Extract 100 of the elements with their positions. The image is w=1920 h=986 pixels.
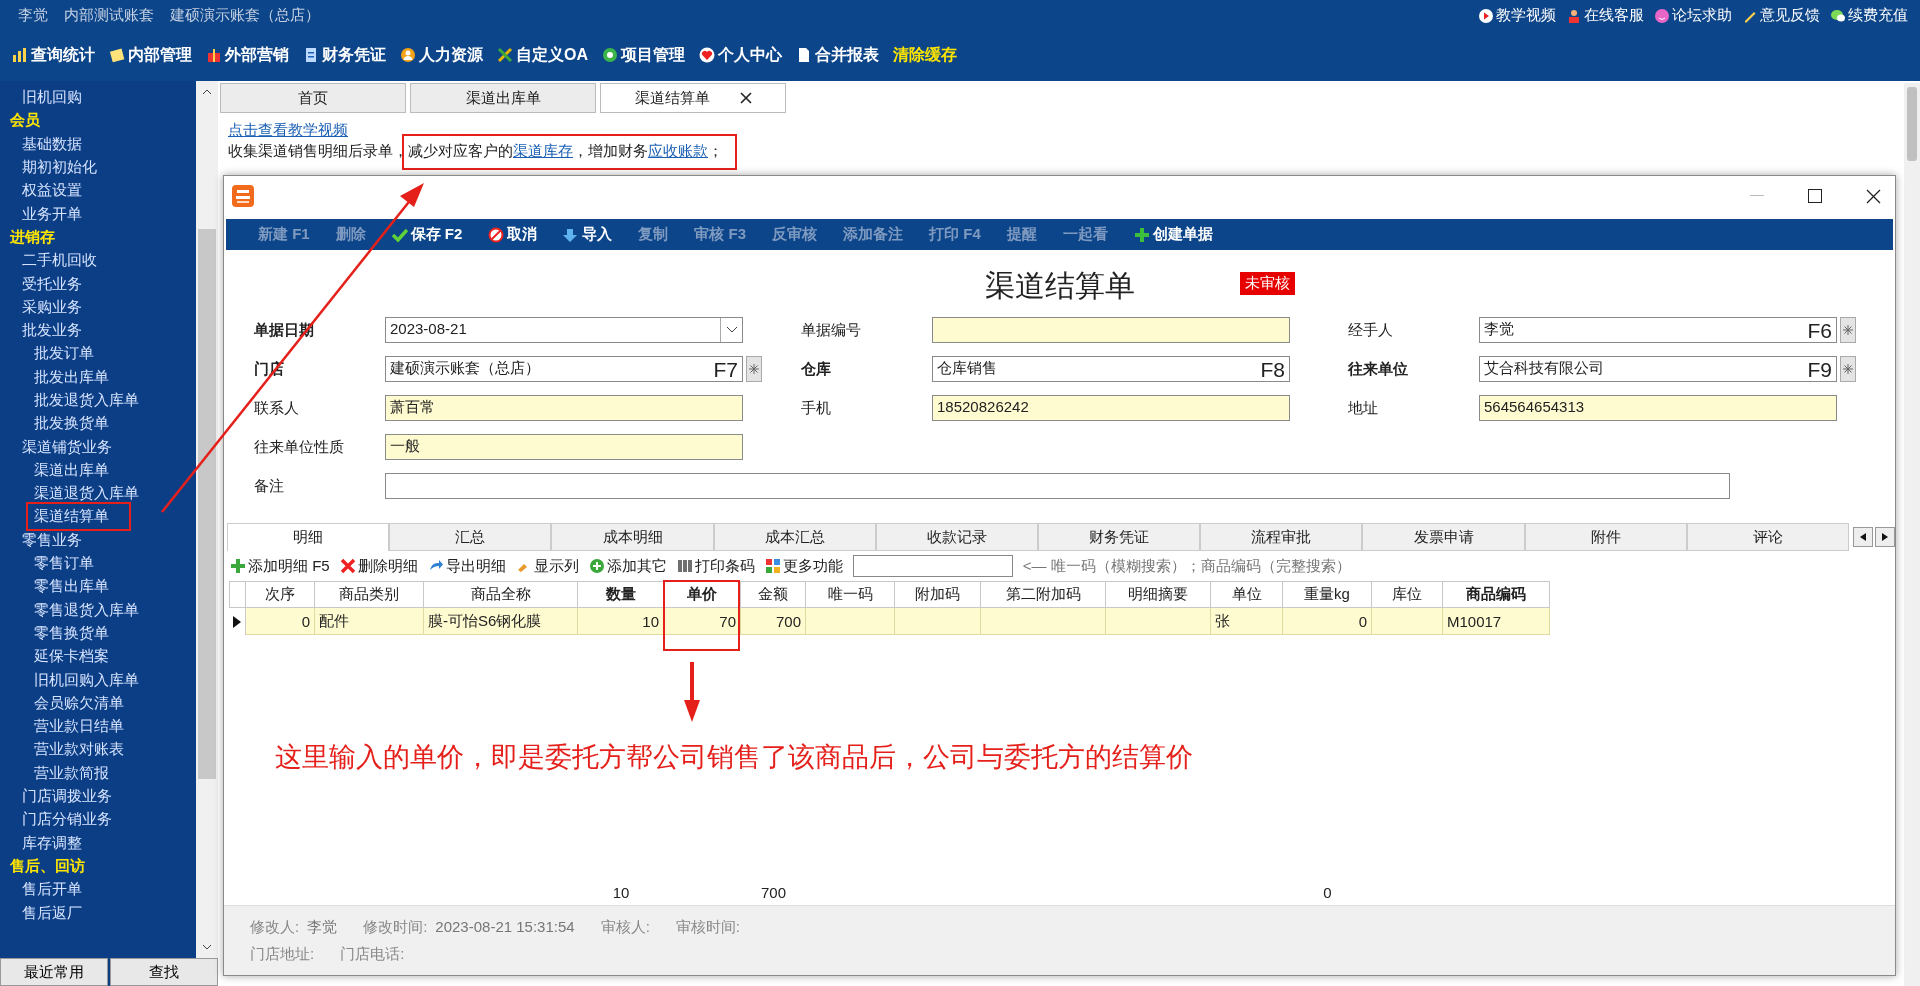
picker-button[interactable] <box>1840 356 1856 382</box>
sidebar-item[interactable]: 二手机回收 <box>22 251 97 271</box>
detail-tab[interactable]: 成本汇总 <box>713 523 876 551</box>
table-cell[interactable]: 700 <box>741 608 806 635</box>
minimize-icon[interactable] <box>1750 195 1764 197</box>
header-link[interactable]: 教学视频 <box>1478 6 1556 25</box>
detail-tab[interactable]: 汇总 <box>389 523 552 551</box>
sidebar-item[interactable]: 会员赊欠清单 <box>34 693 124 713</box>
column-header[interactable]: 商品编码 <box>1443 581 1550 608</box>
sidebar-item[interactable]: 批发换货单 <box>34 414 109 434</box>
picker-button[interactable] <box>746 356 762 382</box>
sidebar-item[interactable]: 库存调整 <box>22 833 82 853</box>
table-cell[interactable]: 70 <box>664 608 741 635</box>
sidebar-item[interactable]: 旧机回购 <box>22 88 82 108</box>
detail-tab[interactable]: 附件 <box>1524 523 1687 551</box>
sidebar-item[interactable]: 零售换货单 <box>34 623 109 643</box>
sidebar-item[interactable]: 批发业务 <box>22 321 82 341</box>
scrollbar[interactable] <box>1904 83 1920 986</box>
menu-item[interactable]: 合并报表 <box>796 44 879 66</box>
toolbar-button[interactable]: 打印条码 <box>676 556 755 576</box>
sidebar-item[interactable]: 零售业务 <box>22 530 82 550</box>
input-field[interactable]: 建硕演示账套（总店） F7 <box>385 356 743 382</box>
column-header[interactable]: 唯一码 <box>806 581 895 608</box>
table-cell[interactable] <box>1106 608 1211 635</box>
page-tab[interactable]: 首页 <box>220 83 406 113</box>
page-tab[interactable]: 渠道结算单 <box>600 83 786 113</box>
table-cell[interactable]: 0 <box>246 608 315 635</box>
scroll-left-button[interactable] <box>1853 527 1874 547</box>
menu-item[interactable]: 个人中心 <box>699 44 782 66</box>
table-cell[interactable]: 10 <box>578 608 664 635</box>
table-cell[interactable] <box>1372 608 1443 635</box>
close-icon[interactable] <box>1866 188 1881 204</box>
header-link[interactable]: 意见反馈 <box>1742 6 1820 25</box>
toolbar-button[interactable]: 创建单据 <box>1133 225 1213 244</box>
header-link[interactable]: 在线客服 <box>1566 6 1644 25</box>
column-header[interactable]: 金额 <box>741 581 806 608</box>
input-field[interactable] <box>932 317 1290 343</box>
input-field[interactable]: 18520826242 <box>932 395 1290 421</box>
detail-tab[interactable]: 成本明细 <box>551 523 714 551</box>
sidebar-item[interactable]: 旧机回购入库单 <box>34 670 139 690</box>
column-header[interactable]: 次序 <box>246 581 315 608</box>
sidebar-item[interactable]: 采购业务 <box>22 297 82 317</box>
menu-item[interactable]: 自定义OA <box>497 44 588 66</box>
menu-item[interactable]: 内部管理 <box>109 44 192 66</box>
toolbar-button[interactable]: 删除明细 <box>339 556 418 576</box>
table-cell[interactable] <box>806 608 895 635</box>
menu-item[interactable]: 查询统计 <box>12 44 95 66</box>
search-field[interactable] <box>852 555 1013 577</box>
page-tab[interactable]: 渠道出库单 <box>410 83 596 113</box>
toolbar-button[interactable]: 导入 <box>563 225 613 244</box>
sidebar-item[interactable]: 渠道退货入库单 <box>34 484 139 504</box>
input-field[interactable]: 艾合科技有限公司 F9 <box>1479 356 1837 382</box>
table-cell[interactable]: 膜-可怡S6钢化膜 <box>424 608 578 635</box>
sidebar-item[interactable]: 渠道出库单 <box>34 460 109 480</box>
column-header[interactable]: 单位 <box>1211 581 1283 608</box>
input-field[interactable] <box>385 473 1730 499</box>
table-cell[interactable]: 配件 <box>315 608 424 635</box>
toolbar-button[interactable]: 导出明细 <box>427 556 506 576</box>
sidebar-item[interactable]: 营业款对账表 <box>34 740 124 760</box>
column-header[interactable]: 商品全称 <box>424 581 578 608</box>
toolbar-button[interactable]: 添加明细 F5 <box>230 556 330 576</box>
sidebar-item[interactable]: 零售出库单 <box>34 577 109 597</box>
sidebar-item[interactable]: 渠道结算单 <box>34 507 109 527</box>
input-field[interactable]: 564564654313 <box>1479 395 1837 421</box>
column-header[interactable]: 附加码 <box>895 581 981 608</box>
sidebar-item[interactable]: 延保卡档案 <box>34 647 109 667</box>
sidebar-heading[interactable]: 进销存 <box>10 227 55 247</box>
table-cell[interactable] <box>895 608 981 635</box>
sidebar-heading[interactable]: 会员 <box>10 111 40 131</box>
sidebar-item[interactable]: 零售退货入库单 <box>34 600 139 620</box>
sidebar-item[interactable]: 门店调拨业务 <box>22 787 112 807</box>
sidebar-item[interactable]: 渠道铺货业务 <box>22 437 112 457</box>
sidebar-item[interactable]: 基础数据 <box>22 134 82 154</box>
sidebar-item[interactable]: 批发退货入库单 <box>34 391 139 410</box>
detail-tab[interactable]: 评论 <box>1686 523 1850 551</box>
date-field[interactable]: 2023-08-21 <box>385 317 743 343</box>
scrollbar[interactable] <box>196 81 218 958</box>
menu-item[interactable]: 项目管理 <box>602 44 685 66</box>
sidebar-item[interactable]: 营业款日结单 <box>34 717 124 737</box>
column-header[interactable]: 库位 <box>1372 581 1443 608</box>
toolbar-button[interactable]: 更多功能 <box>764 556 843 576</box>
table-cell[interactable] <box>981 608 1106 635</box>
maximize-icon[interactable] <box>1808 189 1822 203</box>
header-link[interactable]: 论坛求助 <box>1654 6 1732 25</box>
input-field[interactable]: 仓库销售 F8 <box>932 356 1290 382</box>
sidebar-button[interactable]: 查找 <box>110 958 218 986</box>
menu-item[interactable]: 财务凭证 <box>303 44 386 66</box>
close-icon[interactable] <box>739 92 752 104</box>
sidebar-item[interactable]: 业务开单 <box>22 204 82 224</box>
column-header[interactable]: 重量kg <box>1283 581 1372 608</box>
sidebar-item[interactable]: 售后返厂 <box>22 903 82 923</box>
input-field[interactable]: 萧百常 <box>385 395 743 421</box>
detail-tab[interactable]: 财务凭证 <box>1038 523 1201 551</box>
input-field[interactable]: 一般 <box>385 434 743 460</box>
sidebar-item[interactable]: 营业款简报 <box>34 763 109 783</box>
menu-item[interactable]: 人力资源 <box>400 44 483 66</box>
sidebar-item[interactable]: 零售订单 <box>34 554 94 574</box>
sidebar-item[interactable]: 批发订单 <box>34 344 94 364</box>
text-link[interactable]: 渠道库存 <box>513 142 573 159</box>
header-link[interactable]: 续费充值 <box>1830 6 1908 25</box>
